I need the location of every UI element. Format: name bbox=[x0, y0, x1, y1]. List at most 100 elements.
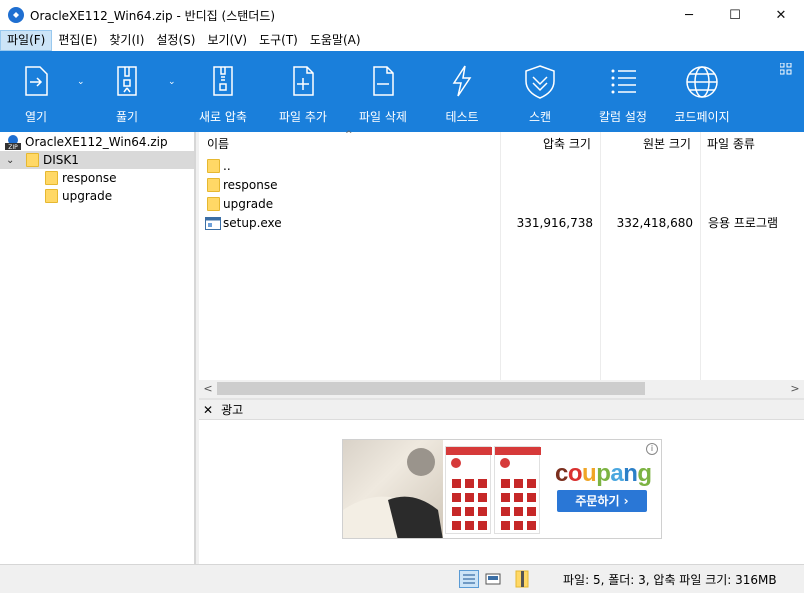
file-list: 이름 ^ 압축 크기 원본 크기 파일 종류 .. response upgra… bbox=[199, 130, 804, 380]
ad-header: ✕ 광고 bbox=[199, 400, 804, 420]
file-row-response[interactable]: response bbox=[199, 176, 804, 195]
file-row-upgrade[interactable]: upgrade bbox=[199, 195, 804, 214]
scan-label: 스캔 bbox=[528, 110, 552, 124]
new-archive-icon bbox=[213, 66, 233, 96]
menu-find[interactable]: 찾기(I) bbox=[103, 30, 150, 51]
minimize-button[interactable]: ─ bbox=[666, 0, 712, 30]
scroll-right-icon[interactable]: > bbox=[786, 380, 804, 398]
ad-banner[interactable]: coupang 주문하기 › i bbox=[342, 439, 662, 539]
file-name: setup.exe bbox=[223, 216, 282, 230]
ad-photo bbox=[343, 440, 443, 538]
scan-button[interactable]: 스캔 bbox=[516, 51, 564, 132]
file-name: upgrade bbox=[223, 197, 274, 211]
file-name: .. bbox=[223, 159, 231, 173]
column-settings-button[interactable]: 칼럼 설정 bbox=[596, 51, 650, 132]
sort-ascending-icon: ^ bbox=[345, 130, 353, 140]
bandizip-app-icon bbox=[8, 7, 24, 23]
globe-icon bbox=[686, 66, 718, 98]
open-button[interactable]: 열기 bbox=[12, 51, 60, 132]
tree-root[interactable]: ZIP OracleXE112_Win64.zip bbox=[0, 133, 194, 151]
file-original-size: 332,418,680 bbox=[616, 216, 693, 230]
scroll-left-icon[interactable]: < bbox=[199, 380, 217, 398]
thumbnail-view-icon[interactable] bbox=[483, 570, 503, 588]
menu-tools[interactable]: 도구(T) bbox=[253, 30, 304, 51]
extract-dropdown-icon[interactable]: ⌄ bbox=[168, 77, 176, 87]
file-name: response bbox=[223, 178, 278, 192]
ad-product-image bbox=[445, 446, 492, 534]
tree-item-upgrade[interactable]: upgrade bbox=[0, 187, 194, 205]
tree-item-disk1[interactable]: ⌄ DISK1 bbox=[0, 151, 194, 169]
folder-icon bbox=[45, 189, 58, 203]
ad-header-label: 광고 bbox=[221, 403, 244, 417]
tree-item-response[interactable]: response bbox=[0, 169, 194, 187]
new-archive-button[interactable]: 새로 압축 bbox=[196, 51, 250, 132]
test-button[interactable]: 테스트 bbox=[438, 51, 486, 132]
status-text: 파일: 5, 폴더: 3, 압축 파일 크기: 316MB bbox=[563, 573, 777, 587]
archive-info-icon[interactable] bbox=[514, 570, 534, 588]
folder-icon bbox=[207, 159, 220, 173]
scan-icon bbox=[525, 65, 555, 99]
menu-bar: 파일(F) 편집(E) 찾기(I) 설정(S) 보기(V) 도구(T) 도움말(… bbox=[0, 30, 804, 51]
column-header-original[interactable]: 원본 크기 bbox=[643, 134, 691, 154]
menu-view[interactable]: 보기(V) bbox=[201, 30, 253, 51]
folder-icon bbox=[45, 171, 58, 185]
new-archive-label: 새로 압축 bbox=[199, 110, 247, 124]
delete-file-label: 파일 삭제 bbox=[359, 110, 407, 124]
column-settings-label: 칼럼 설정 bbox=[599, 110, 647, 124]
menu-help[interactable]: 도움말(A) bbox=[304, 30, 367, 51]
menu-edit[interactable]: 편집(E) bbox=[52, 30, 103, 51]
codepage-label: 코드페이지 bbox=[674, 110, 730, 124]
extract-button[interactable]: 풀기 bbox=[103, 51, 151, 132]
svg-text:ZIP: ZIP bbox=[8, 144, 18, 150]
ad-product-image bbox=[494, 446, 541, 534]
delete-file-button[interactable]: 파일 삭제 bbox=[356, 51, 410, 132]
file-packed-size: 331,916,738 bbox=[516, 216, 593, 230]
maximize-button[interactable]: ☐ bbox=[712, 0, 758, 30]
extract-icon bbox=[117, 66, 137, 96]
window-title: OracleXE112_Win64.zip - 반디집 (스탠더드) bbox=[30, 8, 276, 23]
open-dropdown-icon[interactable]: ⌄ bbox=[77, 77, 85, 87]
toolbar: 열기 ⌄ 풀기 ⌄ 새로 압축 파일 추가 파일 삭제 테스트 스캔 칼럼 설정… bbox=[0, 51, 804, 132]
window-controls: ─ ☐ ✕ bbox=[666, 0, 804, 30]
tree-item-label: response bbox=[62, 171, 117, 185]
details-view-icon[interactable] bbox=[459, 570, 479, 588]
codepage-button[interactable]: 코드페이지 bbox=[674, 51, 730, 132]
menu-settings[interactable]: 설정(S) bbox=[150, 30, 201, 51]
executable-icon bbox=[205, 217, 221, 230]
add-file-button[interactable]: 파일 추가 bbox=[276, 51, 330, 132]
test-icon bbox=[452, 65, 472, 97]
folder-icon bbox=[207, 197, 220, 211]
open-label: 열기 bbox=[24, 110, 48, 124]
file-type: 응용 프로그램 bbox=[708, 216, 779, 230]
order-button[interactable]: 주문하기 › bbox=[557, 490, 647, 512]
ad-pane: ✕ 광고 coupang 주문하기 › i bbox=[199, 400, 804, 564]
tree-item-label: DISK1 bbox=[43, 153, 79, 167]
title-bar: OracleXE112_Win64.zip - 반디집 (스탠더드) ─ ☐ ✕ bbox=[0, 0, 804, 30]
scroll-thumb[interactable] bbox=[217, 382, 645, 395]
column-header-packed[interactable]: 압축 크기 bbox=[543, 134, 591, 154]
tree-root-label: OracleXE112_Win64.zip bbox=[25, 135, 168, 149]
coupang-logo: coupang bbox=[555, 460, 652, 487]
column-header-name[interactable]: 이름 bbox=[207, 134, 229, 154]
status-bar: 파일: 5, 폴더: 3, 압축 파일 크기: 316MB bbox=[0, 564, 804, 593]
close-icon[interactable]: ✕ bbox=[203, 403, 213, 417]
folder-icon bbox=[26, 153, 39, 167]
layout-grid-icon[interactable] bbox=[780, 63, 792, 75]
extract-label: 풀기 bbox=[115, 110, 139, 124]
info-icon[interactable]: i bbox=[646, 443, 658, 455]
chevron-down-icon[interactable]: ⌄ bbox=[6, 155, 20, 166]
open-icon bbox=[25, 66, 48, 96]
menu-file[interactable]: 파일(F) bbox=[0, 30, 53, 51]
add-file-label: 파일 추가 bbox=[279, 110, 327, 124]
folder-icon bbox=[207, 178, 220, 192]
horizontal-scrollbar[interactable]: < > bbox=[199, 380, 804, 398]
column-settings-icon bbox=[611, 69, 636, 94]
close-button[interactable]: ✕ bbox=[758, 0, 804, 30]
zip-file-icon: ZIP bbox=[5, 134, 21, 151]
file-row-parent[interactable]: .. bbox=[199, 157, 804, 176]
column-header-type[interactable]: 파일 종류 bbox=[707, 134, 755, 154]
tree-item-label: upgrade bbox=[62, 189, 113, 203]
add-file-icon bbox=[293, 66, 314, 96]
file-row-setup[interactable]: setup.exe 331,916,738 332,418,680 응용 프로그… bbox=[199, 214, 804, 233]
test-label: 테스트 bbox=[445, 110, 479, 124]
